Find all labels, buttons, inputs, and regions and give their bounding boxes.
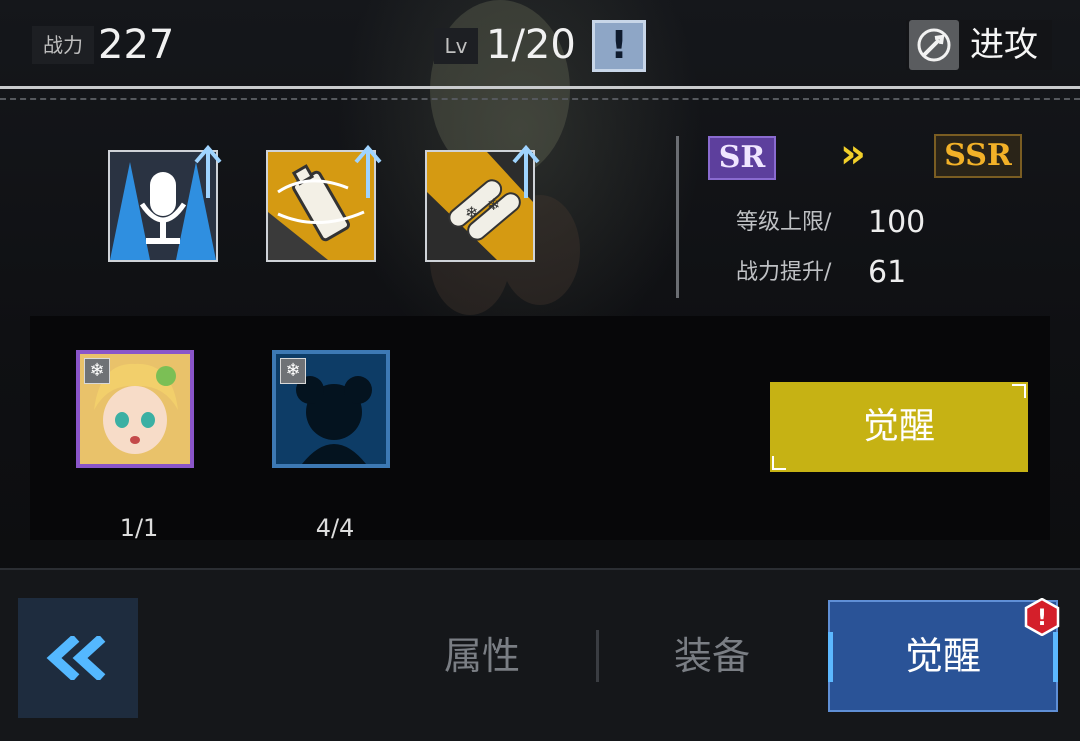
material-character-silhouette[interactable]: ❄ 4/4 [272, 350, 390, 542]
vertical-divider [676, 136, 679, 298]
tab-equipment[interactable]: 装备 [650, 620, 774, 692]
rarity-from-badge: SR [708, 136, 776, 180]
combat-power-value: 227 [98, 22, 175, 68]
double-chevron-left-icon [46, 636, 106, 680]
level-value: 1/20 [486, 22, 576, 68]
level-cap-label: 等级上限/ [736, 210, 832, 235]
material-count: 1/1 [119, 514, 159, 542]
bottom-bar: 属性 装备 觉醒 [0, 568, 1080, 741]
freeze-badge-icon: ❄ [280, 358, 306, 384]
combat-power-label: 战力 [32, 26, 94, 64]
back-button[interactable] [18, 598, 138, 718]
top-bar: 战力 227 Lv 1/20 ! 进攻 [0, 0, 1080, 90]
tab-attributes[interactable]: 属性 [420, 620, 544, 692]
alert-badge-icon: ! [1024, 598, 1060, 636]
svg-text:❄: ❄ [465, 203, 478, 222]
alert-symbol: ! [1037, 606, 1047, 631]
tab-separator [596, 630, 599, 682]
upgrade-arrow-icon [512, 144, 540, 198]
info-button[interactable]: ! [592, 20, 646, 72]
power-gain-value: 61 [868, 255, 907, 290]
material-character-portrait[interactable]: ❄ 1/1 [76, 350, 194, 542]
awaken-button[interactable]: 觉醒 [770, 382, 1028, 472]
rarity-arrow-icon: » [840, 131, 866, 177]
level-cap-value: 100 [868, 205, 926, 240]
materials-panel: ❄ 1/1 ❄ 4/4 觉醒 [30, 316, 1050, 542]
attack-icon [909, 20, 959, 70]
dashed-divider [0, 98, 1080, 100]
attack-label: 进攻 [970, 25, 1038, 65]
freeze-badge-icon: ❄ [84, 358, 110, 384]
power-gain-label: 战力提升/ [736, 260, 832, 285]
upgrade-arrow-icon [194, 144, 222, 198]
upgrade-arrow-icon [354, 144, 382, 198]
svg-text:❄: ❄ [487, 195, 500, 214]
attack-button[interactable]: 进攻 [906, 20, 1052, 70]
level-label: Lv [434, 28, 478, 64]
material-count: 4/4 [315, 514, 355, 542]
top-divider [0, 86, 1080, 89]
rarity-to-badge: SSR [934, 134, 1022, 178]
